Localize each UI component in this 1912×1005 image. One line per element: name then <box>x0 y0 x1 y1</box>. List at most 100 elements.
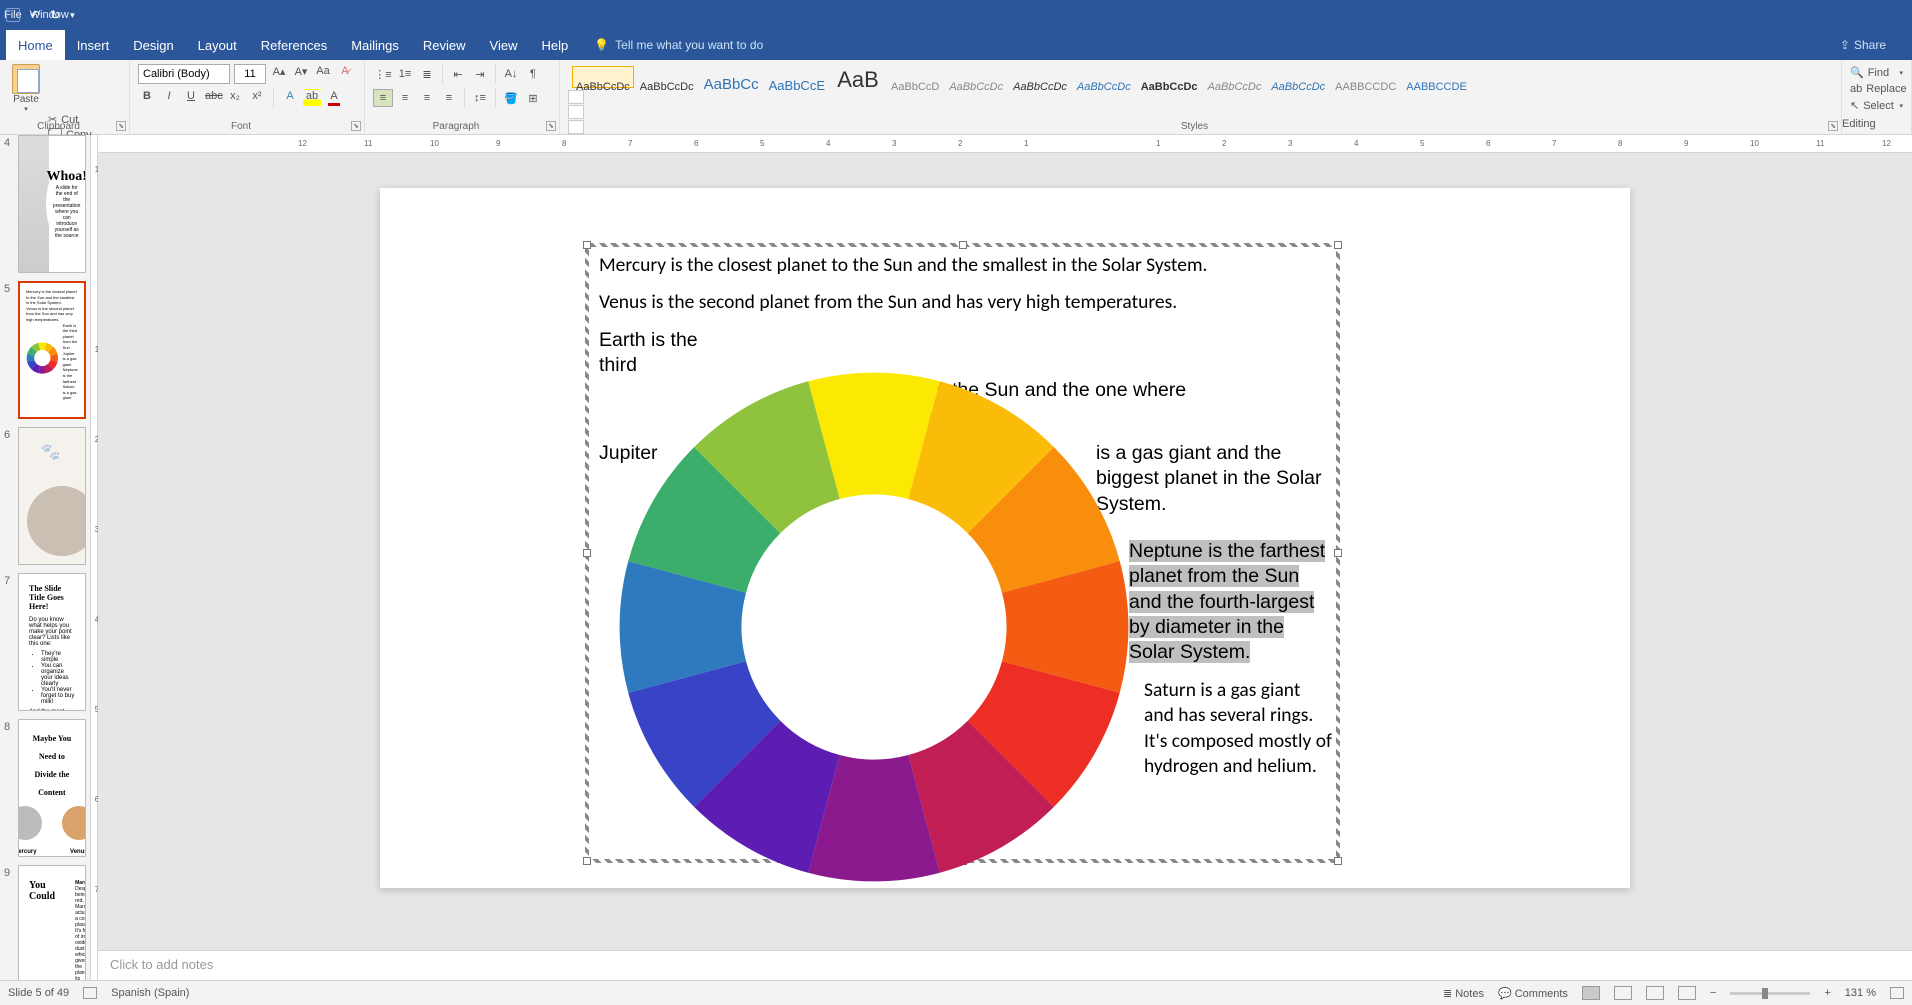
body-text[interactable]: Mercury is the closest planet to the Sun… <box>599 253 1326 278</box>
slide-thumbnails-panel[interactable]: 4Whoa!A slide for the end of the present… <box>0 135 91 980</box>
resize-handle-nw[interactable] <box>583 241 591 249</box>
view-normal-button[interactable] <box>1582 986 1600 1000</box>
text-effects-button[interactable]: A <box>281 89 299 107</box>
align-center-button[interactable]: ≡ <box>395 89 415 107</box>
resize-handle-ne[interactable] <box>1334 241 1342 249</box>
tab-help[interactable]: Help <box>529 30 580 60</box>
style-heading-1[interactable]: AaBbCcHeading 1 <box>700 66 763 88</box>
resize-handle-e[interactable] <box>1334 549 1342 557</box>
multilevel-list-button[interactable]: ≣ <box>417 65 437 83</box>
line-spacing-button[interactable]: ↕≡ <box>470 89 490 107</box>
text-box[interactable]: Mercury is the closest planet to the Sun… <box>585 243 1340 863</box>
justify-button[interactable]: ≡ <box>439 89 459 107</box>
select-button[interactable]: ↖Select▾ <box>1850 97 1903 114</box>
view-slideshow-button[interactable] <box>1678 986 1696 1000</box>
style--no-spac-[interactable]: AaBbCcDc¶ No Spac... <box>636 66 698 88</box>
body-text[interactable]: Venus is the second planet from the Sun … <box>599 290 1326 315</box>
italic-button[interactable]: I <box>160 89 178 107</box>
slide-thumbnail-9[interactable]: You CouldMarsDespite being red, Mars is … <box>18 865 86 980</box>
slide-thumbnail-4[interactable]: Whoa!A slide for the end of the presenta… <box>18 135 86 273</box>
view-sorter-button[interactable] <box>1614 986 1632 1000</box>
bullets-button[interactable]: ⋮≡ <box>373 65 393 83</box>
strikethrough-button[interactable]: abc <box>204 89 222 107</box>
style-intense-re-[interactable]: AABBCCDEIntense Re... <box>1402 66 1471 88</box>
shrink-font-button[interactable]: A▾ <box>292 65 310 83</box>
spellcheck-icon[interactable] <box>83 987 97 999</box>
resize-handle-se[interactable] <box>1334 857 1342 865</box>
notes-pane[interactable]: Click to add notes <box>98 950 1912 980</box>
body-text[interactable]: Saturn is a gas giant and has several ri… <box>1144 678 1334 779</box>
style-title[interactable]: AaBTitle <box>831 66 885 88</box>
redo-icon[interactable]: ↻ <box>50 8 60 22</box>
style-intense-q-[interactable]: AaBbCcDcIntense Q... <box>1267 66 1329 88</box>
paste-button[interactable]: Paste ▾ <box>8 64 44 113</box>
style-subtle-em-[interactable]: AaBbCcDcSubtle Em... <box>945 66 1007 88</box>
change-case-button[interactable]: Aa <box>314 65 332 83</box>
tab-review[interactable]: Review <box>411 30 478 60</box>
zoom-in-button[interactable]: + <box>1824 987 1830 999</box>
slide-thumbnail-6[interactable]: 🐾Cat Power 1Here could appear a subtitle… <box>18 427 86 565</box>
tab-view[interactable]: View <box>478 30 530 60</box>
shading-button[interactable]: 🪣 <box>501 89 521 107</box>
style-strong[interactable]: AaBbCcDcStrong <box>1137 66 1202 88</box>
styles-scroll-up[interactable] <box>568 90 584 104</box>
slide-thumbnail-8[interactable]: Maybe You Need to Divide the ContentMerc… <box>18 719 86 857</box>
undo-icon[interactable]: ↶ <box>30 8 40 22</box>
slide-thumbnail-5[interactable]: Mercury is the closest planet to the Sun… <box>18 281 86 419</box>
zoom-out-button[interactable]: − <box>1710 987 1716 999</box>
font-dialog-launcher[interactable]: ⬊ <box>351 121 361 131</box>
qat-customize-icon[interactable]: ▾ <box>70 10 75 21</box>
style-heading-2[interactable]: AaBbCcEHeading 2 <box>765 66 829 88</box>
tab-layout[interactable]: Layout <box>186 30 249 60</box>
tab-design[interactable]: Design <box>121 30 185 60</box>
body-text[interactable]: Neptune is the farthest planet from the … <box>1129 529 1329 666</box>
view-reading-button[interactable] <box>1646 986 1664 1000</box>
replace-button[interactable]: abReplace <box>1850 81 1903 97</box>
tell-me-search[interactable]: 💡 Tell me what you want to do <box>594 38 763 52</box>
style-subtle-ref-[interactable]: AABBCCDCSubtle Ref... <box>1331 66 1400 88</box>
align-right-button[interactable]: ≡ <box>417 89 437 107</box>
borders-button[interactable]: ⊞ <box>523 89 543 107</box>
style-subtitle[interactable]: AaBbCcDSubtitle <box>887 66 943 88</box>
increase-indent-button[interactable]: ⇥ <box>470 65 490 83</box>
resize-handle-sw[interactable] <box>583 857 591 865</box>
clear-formatting-button[interactable]: A̷ <box>336 65 354 83</box>
font-size-combo[interactable] <box>234 64 266 84</box>
paragraph-dialog-launcher[interactable]: ⬊ <box>546 121 556 131</box>
language-status[interactable]: Spanish (Spain) <box>111 987 189 999</box>
bold-button[interactable]: B <box>138 89 156 107</box>
superscript-button[interactable]: x² <box>248 89 266 107</box>
decrease-indent-button[interactable]: ⇤ <box>448 65 468 83</box>
sort-button[interactable]: A↓ <box>501 65 521 83</box>
style-quote[interactable]: AaBbCcDcQuote <box>1204 66 1266 88</box>
slide-canvas[interactable]: Mercury is the closest planet to the Sun… <box>98 153 1912 950</box>
underline-button[interactable]: U <box>182 89 200 107</box>
zoom-slider[interactable] <box>1730 992 1810 995</box>
highlight-color-button[interactable]: ab <box>303 89 321 107</box>
resize-handle-w[interactable] <box>583 549 591 557</box>
subscript-button[interactable]: x₂ <box>226 89 244 107</box>
style--normal[interactable]: AaBbCcDc¶ Normal <box>572 66 634 88</box>
slide-thumbnail-7[interactable]: The Slide Title Goes Here!Do you know wh… <box>18 573 86 711</box>
style-emphasis[interactable]: AaBbCcDcEmphasis <box>1009 66 1071 88</box>
zoom-percent[interactable]: 131 % <box>1845 987 1876 999</box>
numbering-button[interactable]: 1≡ <box>395 65 415 83</box>
styles-gallery[interactable]: AaBbCcDc¶ NormalAaBbCcDc¶ No Spac...AaBb… <box>568 64 1833 90</box>
font-name-combo[interactable] <box>138 64 230 84</box>
save-icon[interactable] <box>6 8 20 22</box>
show-hide-button[interactable]: ¶ <box>523 65 543 83</box>
clipboard-dialog-launcher[interactable]: ⬊ <box>116 121 126 131</box>
tab-mailings[interactable]: Mailings <box>339 30 411 60</box>
comments-toggle[interactable]: 💬 Comments <box>1498 987 1568 1000</box>
align-left-button[interactable]: ≡ <box>373 89 393 107</box>
share-button[interactable]: ⇪ Share <box>1840 38 1886 52</box>
grow-font-button[interactable]: A▴ <box>270 65 288 83</box>
styles-scroll-down[interactable] <box>568 105 584 119</box>
style-intense-e-[interactable]: AaBbCcDcIntense E... <box>1073 66 1135 88</box>
tab-references[interactable]: References <box>249 30 339 60</box>
tab-insert[interactable]: Insert <box>65 30 122 60</box>
tab-home[interactable]: Home <box>6 30 65 60</box>
fit-to-window-button[interactable] <box>1890 987 1904 999</box>
notes-toggle[interactable]: ≣ Notes <box>1443 987 1484 1000</box>
find-button[interactable]: 🔍Find▾ <box>1850 64 1903 81</box>
